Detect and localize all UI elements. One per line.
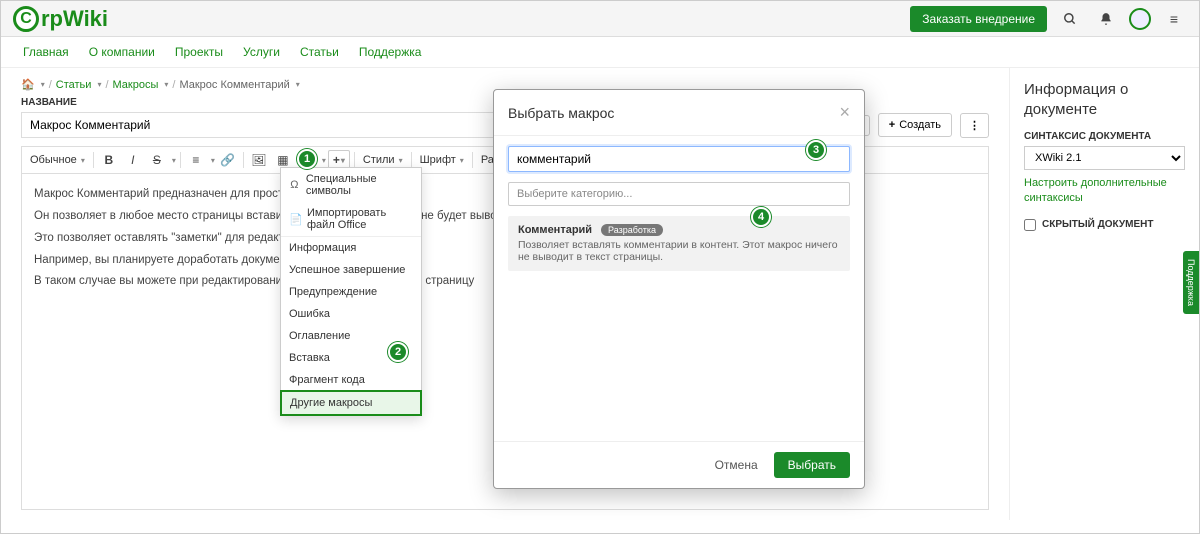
macro-search-input[interactable] <box>508 146 850 172</box>
nav-item[interactable]: Услуги <box>243 45 280 59</box>
strike-icon[interactable]: S <box>146 150 168 170</box>
search-icon[interactable] <box>1057 6 1083 32</box>
insert-dropdown: ΩСпециальные символы 📄Импортировать файл… <box>280 167 422 416</box>
cta-button[interactable]: Заказать внедрение <box>910 6 1047 32</box>
nav-bar: Главная О компании Проекты Услуги Статьи… <box>1 37 1199 68</box>
bold-icon[interactable]: B <box>98 150 120 170</box>
more-button[interactable]: ⋮ <box>960 113 989 138</box>
modal-header: Выбрать макрос × <box>494 90 864 136</box>
dropdown-item-import-office[interactable]: 📄Импортировать файл Office <box>281 202 421 236</box>
modal-footer: Отмена Выбрать <box>494 441 864 488</box>
nav-item[interactable]: Поддержка <box>359 45 422 59</box>
nav-item[interactable]: Проекты <box>175 45 223 59</box>
top-actions: Заказать внедрение ≡ <box>910 6 1187 32</box>
callout-badge-4: 4 <box>751 207 771 227</box>
select-button[interactable]: Выбрать <box>774 452 850 478</box>
format-select[interactable]: Обычное▾ <box>26 152 89 168</box>
link-icon[interactable]: 🔗 <box>217 150 239 170</box>
macro-result-card[interactable]: Комментарий Разработка Позволяет вставля… <box>508 216 850 271</box>
syntax-select[interactable]: XWiki 2.1 <box>1024 146 1185 170</box>
dropdown-item-special-chars[interactable]: ΩСпециальные символы <box>281 168 421 202</box>
callout-badge-2: 2 <box>388 342 408 362</box>
menu-icon[interactable]: ≡ <box>1161 6 1187 32</box>
omega-icon: Ω <box>289 179 300 191</box>
top-bar: CrpWiki Заказать внедрение ≡ <box>1 1 1199 37</box>
font-select[interactable]: Шрифт▾ <box>416 152 468 168</box>
modal-body: Выберите категорию... Комментарий Разраб… <box>494 136 864 441</box>
list-ul-icon[interactable]: ≡ <box>185 150 207 170</box>
dropdown-item[interactable]: Ошибка <box>281 303 421 325</box>
styles-select[interactable]: Стили▾ <box>359 152 407 168</box>
support-tab[interactable]: Поддержка <box>1183 251 1199 314</box>
avatar[interactable] <box>1129 8 1151 30</box>
image-icon[interactable]: 🖼 <box>248 150 270 170</box>
logo[interactable]: CrpWiki <box>13 6 108 32</box>
macro-card-tag: Разработка <box>601 224 663 236</box>
syntax-label: СИНТАКСИС ДОКУМЕНТА <box>1024 131 1185 142</box>
logo-mark-icon: C <box>13 6 39 32</box>
nav-item[interactable]: Статьи <box>300 45 339 59</box>
dropdown-item[interactable]: Информация <box>281 237 421 259</box>
modal-title: Выбрать макрос <box>508 105 614 121</box>
bell-icon[interactable] <box>1093 6 1119 32</box>
home-icon[interactable]: 🏠 <box>21 78 35 91</box>
dropdown-item[interactable]: Фрагмент кода <box>281 369 421 391</box>
logo-text: rpWiki <box>41 6 108 32</box>
italic-icon[interactable]: I <box>122 150 144 170</box>
create-button[interactable]: + Создать <box>878 113 952 137</box>
breadcrumb-current: Макрос Комментарий <box>179 79 289 91</box>
callout-badge-3: 3 <box>806 140 826 160</box>
cancel-button[interactable]: Отмена <box>707 452 766 478</box>
breadcrumb-item[interactable]: Макросы <box>113 79 159 91</box>
config-syntax-link[interactable]: Настроить дополнительные синтаксисы <box>1024 176 1185 207</box>
close-icon[interactable]: × <box>839 102 850 123</box>
breadcrumb-item[interactable]: Статьи <box>56 79 92 91</box>
nav-item[interactable]: О компании <box>89 45 155 59</box>
category-select[interactable]: Выберите категорию... <box>508 182 850 206</box>
dropdown-item-other-macros[interactable]: Другие макросы <box>280 390 422 416</box>
callout-badge-1: 1 <box>297 149 317 169</box>
side-heading: Информация о документе <box>1024 80 1185 119</box>
nav-item[interactable]: Главная <box>23 45 69 59</box>
file-icon: 📄 <box>289 213 301 226</box>
dropdown-item[interactable]: Предупреждение <box>281 281 421 303</box>
hidden-doc-input[interactable] <box>1024 219 1036 231</box>
dropdown-item[interactable]: Успешное завершение <box>281 259 421 281</box>
macro-card-title: Комментарий <box>518 224 592 236</box>
hidden-doc-checkbox[interactable]: СКРЫТЫЙ ДОКУМЕНТ <box>1024 219 1185 231</box>
side-panel: Информация о документе СИНТАКСИС ДОКУМЕН… <box>1009 68 1199 520</box>
macro-card-desc: Позволяет вставлять комментарии в контен… <box>518 239 840 263</box>
